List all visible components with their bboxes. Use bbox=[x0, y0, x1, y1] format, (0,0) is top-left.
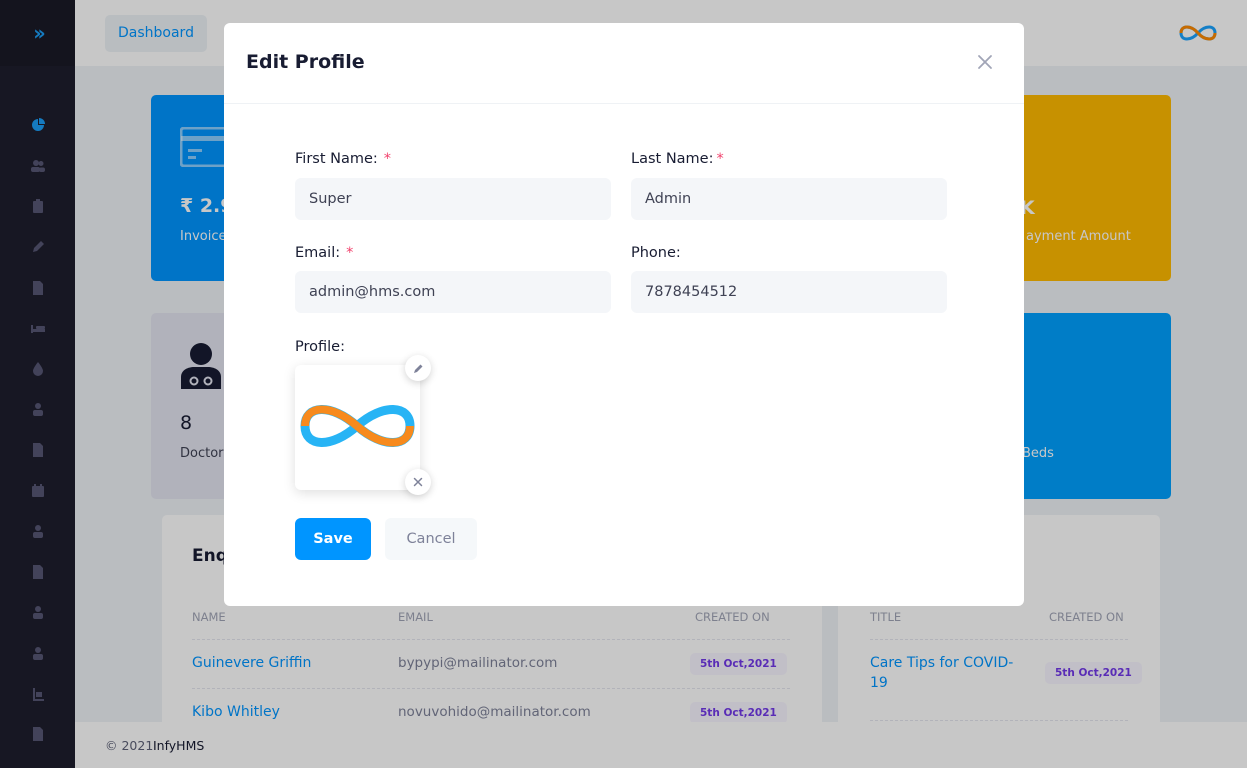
save-button[interactable]: Save bbox=[295, 518, 371, 560]
last-name-input[interactable] bbox=[631, 178, 947, 220]
remove-profile-image-button[interactable] bbox=[405, 469, 431, 495]
close-icon[interactable] bbox=[976, 53, 994, 71]
email-label-text: Email: bbox=[295, 245, 341, 261]
first-name-label-text: First Name: bbox=[295, 151, 378, 167]
first-name-label: First Name: * bbox=[295, 151, 391, 167]
profile-image-preview bbox=[295, 365, 420, 490]
edit-profile-modal: Edit Profile First Name:* Last Name:* Em… bbox=[224, 23, 1024, 606]
required-mark: * bbox=[346, 245, 354, 261]
first-name-input[interactable] bbox=[295, 178, 611, 220]
edit-profile-image-button[interactable] bbox=[405, 355, 431, 381]
last-name-label: Last Name: * bbox=[631, 151, 724, 167]
required-mark: * bbox=[716, 151, 724, 167]
email-input[interactable] bbox=[295, 271, 611, 313]
modal-header: Edit Profile bbox=[224, 23, 1024, 104]
cancel-button[interactable]: Cancel bbox=[385, 518, 477, 560]
required-mark: * bbox=[383, 151, 392, 167]
profile-logo-icon bbox=[300, 405, 415, 447]
modal-title: Edit Profile bbox=[246, 51, 365, 73]
email-label: Email: * bbox=[295, 245, 353, 261]
pencil-icon bbox=[413, 364, 422, 373]
profile-label: Profile: bbox=[295, 339, 345, 355]
phone-input[interactable] bbox=[631, 271, 947, 313]
last-name-label-text: Last Name: bbox=[631, 151, 714, 167]
phone-label: Phone: bbox=[631, 245, 681, 261]
remove-icon bbox=[413, 477, 423, 487]
